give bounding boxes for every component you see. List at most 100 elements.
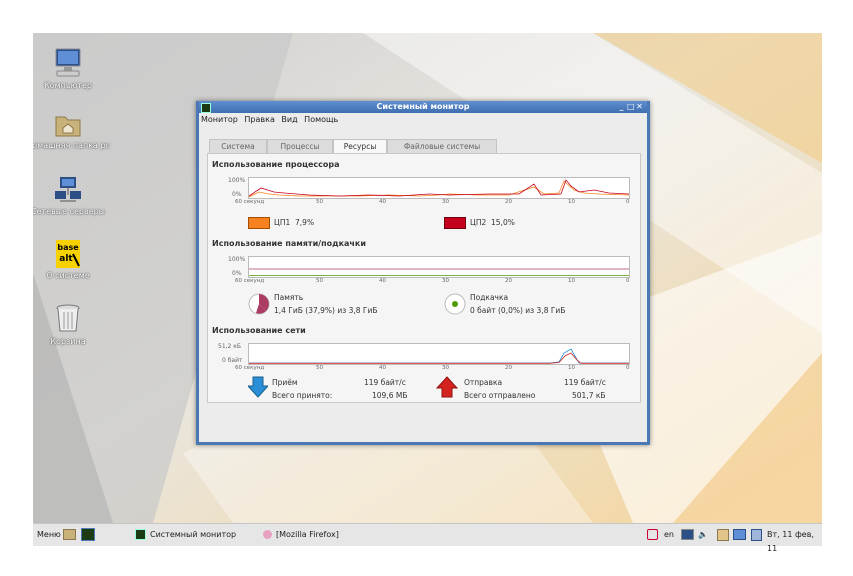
cpu-x-tick-4: 20 bbox=[505, 199, 512, 205]
send-arrow-icon[interactable] bbox=[436, 376, 458, 398]
minimize-button[interactable]: _ bbox=[618, 101, 627, 113]
task-system-monitor[interactable]: Системный монитор bbox=[133, 528, 255, 542]
taskbar: Меню Системный монитор [Mozilla Firefox]… bbox=[33, 523, 822, 553]
firefox-task-icon bbox=[263, 530, 272, 539]
clock[interactable]: Вт, 11 фев, 11 bbox=[767, 528, 822, 553]
memory-x-tick-4: 20 bbox=[505, 278, 512, 284]
cpu-x-tick-1: 50 bbox=[316, 199, 323, 205]
memory-y-bottom: 0% bbox=[232, 270, 242, 277]
cpu-x-tick-3: 30 bbox=[442, 199, 449, 205]
network-x-tick-3: 30 bbox=[442, 365, 449, 371]
cpu2-label: ЦП2 15,0% bbox=[470, 218, 515, 227]
system-monitor-launcher-icon[interactable] bbox=[81, 528, 95, 541]
tab-resources[interactable]: Ресурсы bbox=[333, 139, 387, 154]
network-graph bbox=[248, 343, 630, 365]
update-notifier-icon[interactable] bbox=[647, 529, 658, 540]
resources-panel: Использование процессора 100% 0% 60 секу… bbox=[207, 153, 641, 403]
trash-icon bbox=[56, 304, 80, 332]
task-system-monitor-label: Системный монитор bbox=[150, 530, 237, 539]
receive-total: 109,6 МБ bbox=[372, 391, 408, 400]
send-total-label: Всего отправлено bbox=[464, 391, 536, 400]
memory-graph bbox=[248, 256, 630, 278]
swap-pie-icon[interactable] bbox=[444, 293, 466, 315]
desktop-icon-computer[interactable]: Компьютер bbox=[33, 47, 113, 90]
memory-label: Память bbox=[274, 293, 304, 302]
network-x-tick-0: 60 секунд bbox=[235, 365, 265, 371]
memory-x-tick-2: 40 bbox=[379, 278, 386, 284]
clipboard-tray-icon[interactable] bbox=[717, 529, 729, 541]
home-folder-icon bbox=[55, 116, 81, 137]
cpu1-color-swatch[interactable] bbox=[248, 217, 270, 229]
network-y-bottom: 0 байт bbox=[222, 357, 243, 364]
network-y-top: 51,2 кБ bbox=[218, 343, 242, 350]
receive-total-label: Всего принято: bbox=[272, 391, 333, 400]
tab-processes[interactable]: Процессы bbox=[267, 139, 333, 153]
close-button[interactable]: ✕ bbox=[636, 101, 645, 113]
receive-rate: 119 байт/с bbox=[364, 378, 406, 387]
send-label: Отправка bbox=[464, 378, 503, 387]
desktop: Компьютер Домашняя папка pc Сетевые серв… bbox=[33, 33, 822, 545]
menu-help[interactable]: Помощь bbox=[304, 115, 338, 124]
receive-arrow-icon[interactable] bbox=[248, 376, 268, 398]
memory-value: 1,4 ГиБ (37,9%) из 3,8 ГиБ bbox=[274, 306, 378, 315]
tab-filesystems[interactable]: Файловые системы bbox=[387, 139, 497, 153]
computer-icon bbox=[55, 48, 81, 77]
cpu-x-tick-6: 0 bbox=[626, 199, 630, 205]
memory-x-tick-0: 60 секунд bbox=[235, 278, 265, 284]
swap-label: Подкачка bbox=[470, 293, 509, 302]
memory-x-tick-6: 0 bbox=[626, 278, 630, 284]
menu-monitor[interactable]: Монитор bbox=[201, 115, 238, 124]
send-rate: 119 байт/с bbox=[564, 378, 606, 387]
window-titlebar[interactable]: Системный монитор _ □✕ bbox=[199, 101, 647, 113]
network-x-tick-2: 40 bbox=[379, 365, 386, 371]
keyboard-layout-indicator[interactable]: en bbox=[664, 528, 674, 542]
swap-value: 0 байт (0,0%) из 3,8 ГиБ bbox=[470, 306, 566, 315]
cpu-x-tick-0: 60 секунд bbox=[235, 199, 265, 205]
system-monitor-app-icon bbox=[201, 103, 211, 113]
receive-label: Приём bbox=[272, 378, 298, 387]
svg-text:alt: alt bbox=[59, 254, 73, 264]
send-total: 501,7 кБ bbox=[572, 391, 606, 400]
memory-x-tick-3: 30 bbox=[442, 278, 449, 284]
display-tray-icon[interactable] bbox=[733, 529, 746, 540]
system-monitor-task-icon bbox=[135, 529, 146, 540]
cpu-x-tick-5: 10 bbox=[568, 199, 575, 205]
cpu-graph bbox=[248, 177, 630, 199]
network-tray-icon[interactable] bbox=[681, 529, 694, 540]
tab-system[interactable]: Система bbox=[209, 139, 267, 153]
menu-edit[interactable]: Правка bbox=[244, 115, 274, 124]
memory-pie-icon[interactable] bbox=[248, 293, 270, 315]
task-firefox-label: [Mozilla Firefox] bbox=[276, 530, 339, 539]
base-alt-logo-icon: base alt bbox=[56, 240, 80, 268]
network-x-tick-1: 50 bbox=[316, 365, 323, 371]
system-monitor-window: Системный монитор _ □✕ Монитор Правка Вид… bbox=[196, 101, 650, 445]
cpu-section-title: Использование процессора bbox=[212, 160, 340, 169]
start-menu-button[interactable]: Меню bbox=[37, 528, 61, 542]
network-x-tick-5: 10 bbox=[568, 365, 575, 371]
window-title: Системный монитор bbox=[376, 102, 470, 111]
cpu1-label: ЦП1 7,9% bbox=[274, 218, 315, 227]
task-firefox[interactable]: [Mozilla Firefox] bbox=[263, 528, 383, 542]
desktop-icon-network[interactable]: Сетевые серверы bbox=[33, 175, 113, 216]
network-x-tick-4: 20 bbox=[505, 365, 512, 371]
network-x-tick-6: 0 bbox=[626, 365, 630, 371]
network-servers-icon bbox=[55, 177, 81, 202]
cpu-y-bottom: 0% bbox=[232, 191, 242, 198]
menubar: Монитор Правка Вид Помощь bbox=[199, 113, 647, 126]
desktop-icon-trash[interactable]: Корзина bbox=[33, 303, 113, 346]
memory-x-tick-1: 50 bbox=[316, 278, 323, 284]
maximize-button[interactable]: □ bbox=[627, 101, 636, 113]
desktop-icon-about[interactable]: base alt О системе bbox=[33, 239, 113, 280]
memory-y-top: 100% bbox=[228, 256, 246, 263]
memory-section-title: Использование памяти/подкачки bbox=[212, 239, 366, 248]
network-section-title: Использование сети bbox=[212, 326, 306, 335]
desktop-icon-home[interactable]: Домашняя папка pc bbox=[33, 111, 113, 150]
user-tray-icon[interactable] bbox=[751, 529, 762, 541]
menu-view[interactable]: Вид bbox=[281, 115, 297, 124]
cpu-y-top: 100% bbox=[228, 177, 246, 184]
files-launcher-icon[interactable] bbox=[63, 529, 76, 540]
memory-x-tick-5: 10 bbox=[568, 278, 575, 284]
volume-icon[interactable]: 🔈 bbox=[698, 528, 708, 542]
cpu2-color-swatch[interactable] bbox=[444, 217, 466, 229]
cpu-x-tick-2: 40 bbox=[379, 199, 386, 205]
